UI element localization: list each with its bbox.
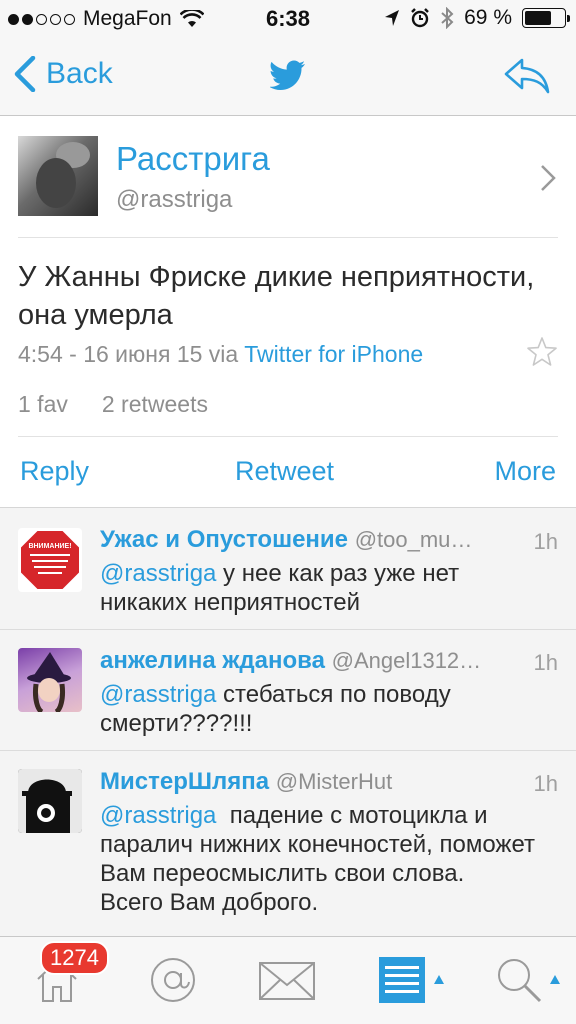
stop-sign-icon: ВНИМАНИЕ!: [19, 529, 81, 591]
tweet-author-row[interactable]: Расстрига @rasstriga: [18, 136, 558, 238]
avatar-warning-text: ВНИМАНИЕ!: [28, 543, 71, 550]
reply-avatar[interactable]: [18, 769, 82, 833]
location-icon: [385, 10, 400, 26]
chevron-left-icon: [14, 56, 36, 92]
back-button[interactable]: Back: [14, 56, 113, 92]
reply-author-handle: @Angel1312…: [331, 648, 482, 673]
reply-time: 1h: [533, 650, 558, 675]
tweet-timestamp: 4:54 - 16 июня 15: [18, 341, 203, 367]
status-right: 69 %: [384, 6, 570, 30]
chevron-right-icon: [541, 165, 556, 191]
reply-author-handle: @too_mu…: [354, 527, 473, 552]
retweets-count[interactable]: 2 retweets: [102, 391, 208, 418]
reply-author-name[interactable]: анжелина жданова: [100, 647, 325, 674]
search-icon: [498, 959, 542, 1003]
reply-time: 1h: [533, 771, 558, 796]
tab-mentions[interactable]: [148, 955, 198, 1010]
reply-header: Ужас и Опустошение @too_mu…: [100, 526, 515, 554]
reply-header: анжелина жданова @Angel1312…: [100, 647, 515, 675]
reply-mention[interactable]: @rasstriga: [100, 802, 216, 829]
tab-bar: 1274: [0, 936, 576, 1024]
reply-author-name[interactable]: Ужас и Опустошение: [100, 526, 348, 553]
replies-list: ВНИМАНИЕ! Ужас и Опустошение @too_mu… 1h…: [0, 508, 576, 936]
via-app-link[interactable]: Twitter for iPhone: [244, 341, 423, 367]
reply-avatar[interactable]: [18, 648, 82, 712]
lists-dropdown-arrow[interactable]: [434, 975, 444, 984]
status-bar: MegaFon 6:38 69 %: [0, 0, 576, 40]
messages-icon: [259, 962, 315, 1000]
avatar-bowler-hat-image: [18, 769, 82, 833]
more-button[interactable]: More: [494, 456, 556, 487]
lists-icon: [379, 957, 425, 1003]
reply-item[interactable]: ВНИМАНИЕ! Ужас и Опустошение @too_mu… 1h…: [0, 508, 576, 630]
reply-mention[interactable]: @rasstriga: [100, 560, 216, 587]
reply-item[interactable]: анжелина жданова @Angel1312… 1h @rasstri…: [0, 630, 576, 751]
retweet-button[interactable]: Retweet: [235, 456, 334, 487]
reply-item[interactable]: МистерШляпа @MisterHut 1h @rasstriga пад…: [0, 751, 576, 936]
twitter-bird-icon: [270, 60, 305, 90]
nav-bar: Back: [0, 40, 576, 116]
back-label: Back: [46, 57, 113, 90]
author-handle: @rasstriga: [116, 186, 233, 213]
tab-messages[interactable]: [258, 961, 316, 1006]
reply-avatar[interactable]: ВНИМАНИЕ!: [18, 528, 82, 592]
reply-author-handle: @MisterHut: [275, 769, 393, 794]
author-name: Расстрига: [116, 140, 270, 177]
avatar-witch-image: [27, 652, 71, 712]
tweet-stats: 1 fav 2 retweets: [18, 391, 208, 418]
alarm-icon: [411, 8, 429, 28]
author-avatar[interactable]: [18, 136, 98, 216]
reply-button[interactable]: Reply: [20, 456, 89, 487]
battery-percent: 69 %: [464, 6, 512, 29]
tab-search[interactable]: [494, 955, 544, 1010]
battery-icon: [522, 8, 570, 28]
tab-lists[interactable]: [379, 957, 425, 1008]
favs-count[interactable]: 1 fav: [18, 391, 68, 418]
tweet-meta: 4:54 - 16 июня 15 via Twitter for iPhone: [18, 341, 423, 368]
favorite-star-icon[interactable]: [526, 336, 558, 368]
via-prefix: via: [208, 341, 239, 367]
reply-author-name[interactable]: МистерШляпа: [100, 768, 269, 795]
reply-header: МистерШляпа @MisterHut: [100, 768, 515, 796]
mentions-icon: [151, 958, 195, 1002]
reply-arrow-icon[interactable]: [502, 56, 550, 96]
reply-time: 1h: [533, 529, 558, 554]
reply-text: @rasstriga стебаться по поводу смерти???…: [100, 680, 550, 738]
reply-mention[interactable]: @rasstriga: [100, 681, 216, 708]
reply-text: @rasstriga у нее как раз уже нет никаких…: [100, 559, 550, 617]
notification-badge: 1274: [40, 941, 109, 975]
bluetooth-icon: [441, 7, 454, 29]
search-dropdown-arrow[interactable]: [550, 975, 560, 984]
reply-text: @rasstriga падение с мотоцикла и паралич…: [100, 801, 550, 917]
tweet-actions: Reply Retweet More: [0, 437, 576, 507]
tweet-text: У Жанны Фриске дикие неприятности, она у…: [18, 261, 535, 331]
